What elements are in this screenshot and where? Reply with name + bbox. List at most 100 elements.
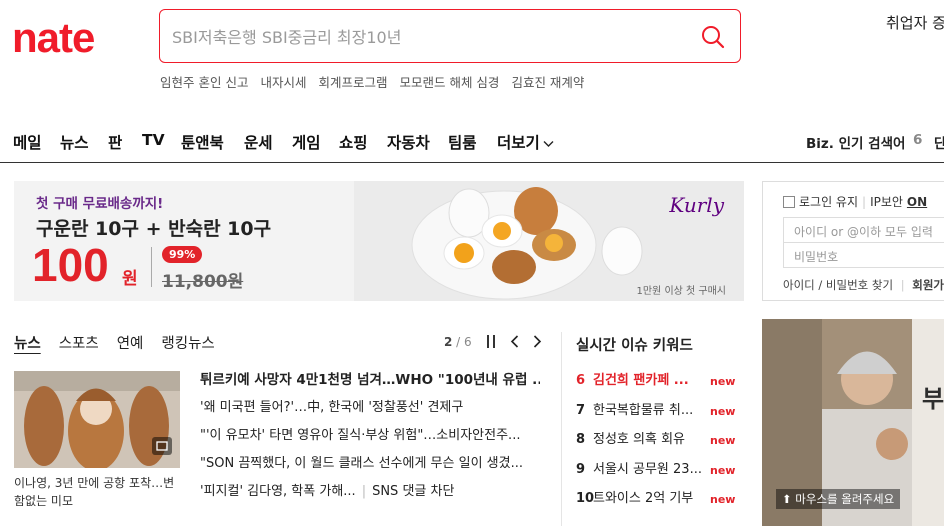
ad-headline-small: 첫 구매 무료배송까지! [36, 196, 164, 212]
nav-car[interactable]: 자동차 [387, 131, 430, 153]
kurly-ad-banner[interactable]: 첫 구매 무료배송까지! 구운란 10구 + 반숙란 10구 100 원 99%… [14, 181, 744, 301]
ad-original-price: 11,800원 [162, 272, 244, 292]
nav-toon-book[interactable]: 툰앤북 [181, 131, 224, 153]
page-slash: / [452, 335, 465, 349]
nav-pann[interactable]: 판 [108, 131, 122, 153]
ad-headline: 구운란 10구 + 반숙란 10구 [36, 218, 272, 240]
tab-entertainment[interactable]: 연예 [117, 332, 144, 353]
nate-logo[interactable]: nate [12, 17, 95, 59]
nav-mail[interactable]: 메일 [13, 131, 42, 153]
next-button[interactable] [533, 335, 542, 349]
realtime-keyword-item[interactable]: 6 김건희 팬카페 ... new [576, 371, 736, 401]
hot-keyword-link[interactable]: 임현주 혼인 신고 [160, 72, 248, 91]
id-field[interactable]: 아이디 or @이하 모두 입력 [783, 217, 944, 243]
nav-tv[interactable]: TV [142, 131, 165, 149]
realtime-keyword-item[interactable]: 7 한국복합물류 취... new [576, 401, 736, 431]
keyword-text: 서울시 공무원 23... [593, 461, 702, 477]
new-badge: new [710, 493, 736, 506]
nav-teamroom[interactable]: 팀룸 [448, 131, 477, 153]
logo-text: nate [12, 14, 95, 61]
login-box: 로그인 유지 | IP보안 ON 아이디 or @이하 모두 입력 비밀번호 아… [762, 181, 944, 301]
news-thumbnail-caption[interactable]: 이나영, 3년 만에 공항 포착…변함없는 미모 [14, 474, 184, 510]
hot-keyword-link[interactable]: 내자시세 [260, 72, 306, 91]
news-item[interactable]: "SON 끔찍했다, 이 월드 클래스 선수에게 무슨 일이 생겼... [200, 454, 540, 482]
nav-game[interactable]: 게임 [292, 131, 321, 153]
total-pages: 6 [464, 335, 472, 349]
realtime-keyword-list: 6 김건희 팬카페 ... new 7 한국복합물류 취... new 8 정성호 의혹 … [576, 371, 736, 519]
realtime-keyword-item[interactable]: 8 정성호 의혹 회유 new [576, 430, 736, 460]
realtime-keyword-item[interactable]: 9 서울시 공무원 23... new [576, 460, 736, 490]
new-badge: new [710, 404, 736, 418]
biz-keyword[interactable]: 단 [934, 132, 944, 152]
side-ad-hint: ⬆ 마우스를 올려주세요 [776, 489, 901, 509]
keyword-rank: 8 [576, 432, 586, 447]
side-ad-banner[interactable]: 부 ⬆ 마우스를 올려주세요 [762, 319, 944, 526]
ad-price: 100 [32, 239, 109, 291]
keep-login-checkbox[interactable] [783, 195, 795, 208]
news-photo [14, 371, 180, 468]
news-list: 튀르키예 사망자 4만1천명 넘겨…WHO "100년내 유럽 ... '왜 미… [200, 370, 540, 510]
nav-more[interactable]: 더보기 [497, 131, 554, 153]
keyword-text: 트와이스 2억 기부 [593, 491, 694, 506]
tab-ranking-news[interactable]: 랭킹뉴스 [161, 332, 214, 353]
search-input[interactable] [172, 22, 672, 52]
top-right-rolling-text[interactable]: 취업자 증 [886, 12, 944, 33]
divider: | [862, 194, 867, 209]
keyword-rank: 7 [576, 402, 586, 418]
tab-news[interactable]: 뉴스 [14, 332, 41, 353]
keyword-text: 김건희 팬카페 ... [593, 373, 689, 388]
arrow-up-icon: ⬆ [782, 492, 792, 506]
ad-note: 1만원 이상 첫 구매시 [636, 286, 727, 297]
keyword-rank: 10 [576, 491, 595, 506]
global-nav: 메일 뉴스 판 TV 툰앤북 운세 게임 쇼핑 자동차 팀룸 더보기 Biz. … [0, 127, 944, 163]
keep-login-label[interactable]: 로그인 유지 [799, 193, 858, 210]
hot-keyword-link[interactable]: 김효진 재계약 [511, 72, 584, 91]
join-link[interactable]: 회원가입 [912, 278, 944, 292]
realtime-keywords-title: 실시간 이슈 키워드 [576, 338, 693, 354]
realtime-keyword-item[interactable]: 10트와이스 2억 기부 new [576, 489, 736, 519]
page-indicator: 2 / 6 [444, 335, 472, 349]
ip-security-label: IP보안 [870, 195, 903, 209]
news-pager: 2 / 6 [444, 335, 542, 349]
news-item[interactable]: "'이 유모차' 타면 영유아 질식·부상 위험"…소비자안전주... [200, 426, 540, 454]
news-thumbnail[interactable] [14, 371, 180, 468]
search-icon [702, 26, 725, 49]
hot-keyword-link[interactable]: 회계프로그램 [318, 72, 387, 91]
chevron-right-icon [533, 335, 541, 348]
login-links: 아이디 / 비밀번호 찾기 | 회원가입 [783, 277, 944, 293]
ip-security-toggle[interactable]: ON [907, 195, 927, 209]
keyword-text: 한국복합물류 취... [593, 402, 694, 418]
news-item[interactable]: '피지컬' 김다영, 학폭 가해... [200, 484, 356, 499]
news-item[interactable]: SNS 댓글 차단 [372, 484, 454, 499]
side-ad-hint-text: 마우스를 올려주세요 [795, 492, 895, 506]
news-headline[interactable]: 튀르키예 사망자 4만1천명 넘겨…WHO "100년내 유럽 ... [200, 370, 540, 398]
password-field[interactable]: 비밀번호 [783, 242, 944, 268]
news-tabs: 뉴스 스포츠 연예 랭킹뉴스 [14, 332, 215, 353]
ad-currency: 원 [122, 269, 138, 289]
biz-rank-number: 6 [913, 132, 923, 148]
chevron-down-icon [543, 134, 554, 152]
biz-popular-label: Biz. 인기 검색어 [806, 136, 906, 152]
search-button[interactable] [700, 24, 726, 50]
kurly-logo: Kurly [669, 193, 724, 217]
news-item[interactable]: '왜 미국편 들어?'…中, 한국에 '정찰풍선' 견제구 [200, 398, 540, 426]
keyword-text: 정성호 의혹 회유 [593, 432, 685, 447]
chevron-left-icon [510, 335, 518, 348]
prev-button[interactable] [510, 335, 519, 349]
nav-shopping[interactable]: 쇼핑 [339, 131, 368, 153]
ad-text-panel: 첫 구매 무료배송까지! 구운란 10구 + 반숙란 10구 100 원 99%… [14, 181, 354, 301]
ad-image-panel: Kurly 1만원 이상 첫 구매시 [354, 181, 744, 301]
news-item-row: '피지컬' 김다영, 학폭 가해... | SNS 댓글 차단 [200, 482, 540, 510]
nav-fortune[interactable]: 운세 [244, 131, 273, 153]
hot-keyword-link[interactable]: 모모랜드 해체 심경 [399, 72, 499, 91]
hot-keywords: 임현주 혼인 신고 내자시세 회계프로그램 모모랜드 해체 심경 김효진 재계약 [160, 72, 584, 91]
tab-sports[interactable]: 스포츠 [59, 332, 99, 353]
new-badge: new [710, 375, 736, 388]
pause-icon [486, 335, 495, 348]
pause-button[interactable] [486, 335, 496, 349]
find-account-link[interactable]: 아이디 / 비밀번호 찾기 [783, 278, 893, 292]
divider: | [361, 484, 367, 499]
nav-more-label: 더보기 [497, 134, 540, 152]
nav-news[interactable]: 뉴스 [60, 131, 89, 153]
side-ad-text: 부 [922, 385, 944, 413]
